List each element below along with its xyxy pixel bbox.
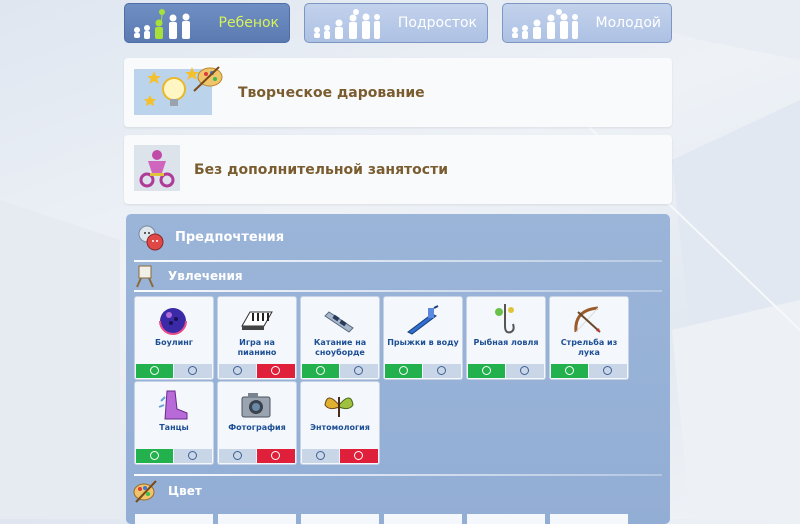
frown-icon: [188, 451, 197, 460]
smile-icon: [482, 366, 491, 375]
frown-icon: [437, 366, 446, 375]
hobby-name: Рыбная ловля: [473, 338, 539, 347]
tab-child-label: Ребенок: [218, 15, 279, 31]
hobbies-section-title: Увлечения: [168, 269, 243, 283]
frown-icon: [188, 366, 197, 375]
hobby-tile-fishing[interactable]: Рыбная ловля: [467, 297, 545, 379]
smile-icon: [399, 366, 408, 375]
hobby-name: Стрельба из лука: [560, 338, 618, 357]
like-button[interactable]: [136, 364, 173, 378]
hobby-name: Прыжки в воду: [387, 338, 459, 347]
hobby-tile-archery[interactable]: Стрельба из лука: [550, 297, 628, 379]
frown-icon: [354, 366, 363, 375]
piano-keys-icon: [241, 311, 273, 330]
fishing-hook-icon: [495, 304, 515, 334]
dislike-button[interactable]: [257, 364, 295, 378]
preferences-title: Предпочтения: [175, 230, 285, 245]
hobby-tile-dancing[interactable]: Танцы: [135, 382, 213, 464]
palette-brush-icon: [133, 480, 157, 503]
child-age-figures-icon: [134, 9, 190, 39]
like-button[interactable]: [302, 364, 339, 378]
color-tile[interactable]: [384, 514, 462, 524]
hobby-tile-bowling[interactable]: Боулинг: [135, 297, 213, 379]
smile-icon: [316, 451, 325, 460]
dislike-button[interactable]: [506, 364, 544, 378]
color-tile[interactable]: [135, 514, 213, 524]
dislike-button[interactable]: [174, 364, 212, 378]
hobby-name: Энтомология: [310, 423, 370, 432]
young-adult-age-figures-icon: [512, 9, 578, 39]
teen-age-figures-icon: [314, 9, 380, 39]
like-button[interactable]: [551, 364, 588, 378]
color-tile[interactable]: [550, 514, 628, 524]
smile-icon: [233, 451, 242, 460]
occupation-title: Без дополнительной занятости: [194, 162, 449, 178]
snowboard-icon: [324, 311, 354, 333]
like-button[interactable]: [219, 364, 256, 378]
dislike-button[interactable]: [257, 449, 295, 463]
hobby-name: Боулинг: [155, 338, 193, 347]
frown-icon: [271, 451, 280, 460]
butterfly-icon: [324, 397, 354, 417]
aspiration-card[interactable]: Творческое дарование: [124, 58, 672, 127]
preferences-faces-icon: [138, 225, 164, 251]
tab-teen[interactable]: Подросток: [304, 3, 488, 43]
tab-child[interactable]: Ребенок: [124, 3, 290, 43]
dance-shoe-icon: [158, 390, 188, 420]
frown-icon: [354, 451, 363, 460]
aspiration-title: Творческое дарование: [238, 85, 425, 101]
like-button[interactable]: [385, 364, 422, 378]
hobby-tile-photography[interactable]: Фотография: [218, 382, 296, 464]
hobby-tile-piano[interactable]: Игра на пианино: [218, 297, 296, 379]
tricycle-icon: [134, 145, 180, 191]
color-tile[interactable]: [301, 514, 379, 524]
dislike-button[interactable]: [589, 364, 627, 378]
colors-section-title: Цвет: [168, 484, 202, 498]
like-button[interactable]: [468, 364, 505, 378]
dislike-button[interactable]: [340, 449, 378, 463]
like-button[interactable]: [219, 449, 256, 463]
smile-icon: [150, 451, 159, 460]
color-tile[interactable]: [467, 514, 545, 524]
hobby-name: Катание на сноуборде: [313, 338, 367, 357]
tab-young-adult-label: Молодой: [595, 15, 661, 31]
hobby-tile-snowboard[interactable]: Катание на сноуборде: [301, 297, 379, 379]
tab-young-adult[interactable]: Молодой: [502, 3, 672, 43]
preferences-panel: Предпочтения Увлечения Боулинг Игра на п…: [126, 214, 670, 524]
easel-icon: [136, 265, 154, 288]
tab-teen-label: Подросток: [397, 15, 477, 31]
bowling-ball-icon: [159, 308, 187, 335]
hobby-name: Танцы: [159, 423, 189, 432]
frown-icon: [271, 366, 280, 375]
color-tile[interactable]: [218, 514, 296, 524]
frown-icon: [603, 366, 612, 375]
like-button[interactable]: [302, 449, 339, 463]
smile-icon: [316, 366, 325, 375]
hobby-name: Игра на пианино: [237, 338, 277, 357]
smile-icon: [565, 366, 574, 375]
colors-divider: [134, 474, 662, 476]
frown-icon: [520, 366, 529, 375]
like-button[interactable]: [136, 449, 173, 463]
hobby-tile-entomology[interactable]: Энтомология: [301, 382, 379, 464]
lightbulb-palette-icon: [134, 66, 223, 115]
diving-board-icon: [407, 305, 439, 335]
hobby-tile-diving[interactable]: Прыжки в воду: [384, 297, 462, 379]
preferences-divider: [134, 260, 662, 262]
hobbies-divider: [134, 290, 662, 292]
dislike-button[interactable]: [174, 449, 212, 463]
dislike-button[interactable]: [340, 364, 378, 378]
dislike-button[interactable]: [423, 364, 461, 378]
hobby-name: Фотография: [228, 423, 286, 432]
camera-icon: [241, 393, 271, 418]
smile-icon: [233, 366, 242, 375]
smile-icon: [150, 366, 159, 375]
bow-arrow-icon: [574, 306, 601, 333]
occupation-card[interactable]: Без дополнительной занятости: [124, 135, 672, 204]
